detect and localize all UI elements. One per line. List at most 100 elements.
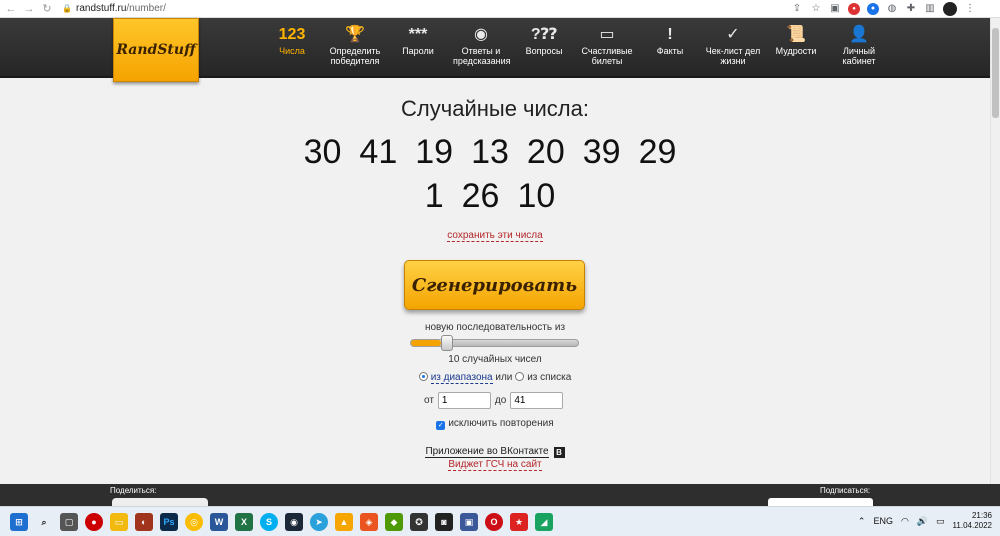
range-inputs: от до: [424, 392, 567, 409]
search-icon[interactable]: ⌕: [35, 513, 53, 531]
source-options: из диапазона или из списка: [0, 372, 990, 384]
magic-ball-icon: ◉: [474, 26, 488, 43]
profile-avatar[interactable]: [943, 2, 957, 16]
lock-icon[interactable]: 🔒: [62, 4, 72, 14]
clock[interactable]: 21:36 11.04.2022: [953, 511, 992, 531]
menu-item-label: Пароли: [402, 46, 434, 56]
skype-icon[interactable]: S: [260, 513, 278, 531]
taskbar: ⊞ ⌕ ▢ ● ▭ ◐ Ps ◎ W X S ◉ ➤ ▲ ◈ ◆ ✪ ◙ ▣ O…: [0, 506, 1000, 536]
chrome-icon[interactable]: ◎: [185, 513, 203, 531]
record-icon[interactable]: ●: [85, 513, 103, 531]
app-icon-3[interactable]: ◈: [360, 513, 378, 531]
menu-item-label: Вопросы: [525, 46, 563, 56]
subscribe-widget[interactable]: [768, 498, 873, 506]
to-input[interactable]: [510, 392, 564, 409]
reload-icon[interactable]: ↻: [40, 2, 54, 16]
steam-icon[interactable]: ◉: [285, 513, 303, 531]
forward-icon[interactable]: →: [22, 2, 36, 16]
app-icon-8[interactable]: ◢: [535, 513, 553, 531]
excel-icon[interactable]: X: [235, 513, 253, 531]
menu-item-label: Мудрости: [775, 46, 817, 56]
extension-abp-icon[interactable]: ●: [848, 3, 860, 15]
menu-item-facts[interactable]: ! Факты: [642, 24, 698, 66]
app-icon-5[interactable]: ✪: [410, 513, 428, 531]
share-icon[interactable]: ⇪: [791, 3, 803, 15]
page-title: Случайные числа:: [401, 96, 589, 121]
menu-item-password[interactable]: *** Пароли: [390, 24, 446, 66]
volume-icon[interactable]: 🔊: [917, 516, 928, 527]
word-icon[interactable]: W: [210, 513, 228, 531]
widget-link[interactable]: Виджет ГСЧ на сайт: [448, 459, 542, 471]
vk-app-link[interactable]: Приложение во ВКонтакте: [425, 446, 549, 458]
photoshop-icon[interactable]: Ps: [160, 513, 178, 531]
logo-text: RandStuff: [116, 42, 196, 58]
menu-item-numbers[interactable]: 123 Числа: [264, 24, 320, 66]
list-option-label[interactable]: из списка: [527, 372, 571, 383]
generate-button[interactable]: Сгенерировать: [404, 260, 585, 310]
questions-icon: ?⁇: [530, 26, 558, 43]
scrollbar-thumb[interactable]: [992, 28, 999, 118]
save-app-icon[interactable]: ▣: [460, 513, 478, 531]
share-buttons[interactable]: [112, 498, 208, 506]
menu-item-label: Определить победителя: [329, 46, 381, 66]
side-panel-icon[interactable]: ▥: [924, 3, 936, 15]
app-icon-7[interactable]: ★: [510, 513, 528, 531]
slider-handle[interactable]: [441, 335, 453, 351]
random-number: 10: [517, 177, 556, 215]
menu-item-checklist[interactable]: ✓ Чек-лист дел жизни: [705, 24, 761, 66]
facts-icon: !: [667, 26, 673, 43]
language-indicator[interactable]: ENG: [873, 516, 893, 526]
telegram-icon[interactable]: ➤: [310, 513, 328, 531]
battery-icon[interactable]: ▭: [936, 516, 945, 527]
list-radio[interactable]: [515, 372, 525, 381]
range-radio[interactable]: [418, 372, 428, 381]
random-number: 1: [424, 177, 444, 215]
menu-item-label: Числа: [279, 46, 305, 56]
clock-time: 21:36: [971, 511, 992, 520]
menu-item-user[interactable]: 👤 Личный кабинет: [831, 24, 887, 66]
url-domain: randstuff.ru: [76, 3, 127, 14]
menu-item-label: Личный кабинет: [842, 46, 876, 66]
exclude-repeats-checkbox[interactable]: ✓: [436, 421, 446, 430]
start-icon[interactable]: ⊞: [10, 513, 28, 531]
globe-icon[interactable]: ◍: [886, 3, 898, 15]
wifi-icon[interactable]: ◠: [901, 516, 909, 527]
menu-item-label: Счастливые билеты: [581, 46, 633, 66]
menu-item-ticket[interactable]: ▭ Счастливые билеты: [579, 24, 635, 66]
chevron-up-icon[interactable]: ⌃: [858, 516, 866, 527]
app-icon-6[interactable]: ◙: [435, 513, 453, 531]
address-bar[interactable]: randstuff.ru/number/: [76, 3, 166, 14]
app-icon-4[interactable]: ◆: [385, 513, 403, 531]
exclude-repeats-label[interactable]: исключить повторения: [448, 418, 553, 429]
vk-badge: B: [553, 447, 565, 458]
app-icon-2[interactable]: ▲: [335, 513, 353, 531]
random-number: 41: [359, 133, 398, 171]
puzzle-icon[interactable]: ✚: [905, 3, 917, 15]
save-numbers-link[interactable]: сохранить эти числа: [447, 230, 543, 242]
opera-icon[interactable]: O: [485, 513, 503, 531]
random-number: 30: [303, 133, 342, 171]
star-icon[interactable]: ☆: [810, 3, 822, 15]
or-text: или: [495, 372, 513, 383]
random-number: 20: [526, 133, 565, 171]
browser-toolbar: ← → ↻ 🔒 randstuff.ru/number/ ⇪ ☆ ▣ ● ● ◍…: [0, 0, 1000, 18]
menu-item-trophy[interactable]: 🏆 Определить победителя: [327, 24, 383, 66]
clock-date: 11.04.2022: [952, 521, 992, 530]
extension-icon[interactable]: ▣: [829, 3, 841, 15]
menu-item-label: Чек-лист дел жизни: [705, 46, 761, 66]
menu-icon[interactable]: ⋮: [964, 3, 976, 15]
app-icon[interactable]: ◐: [135, 513, 153, 531]
url-path: /number/: [126, 3, 166, 14]
menu-item-questions[interactable]: ?⁇ Вопросы: [516, 24, 572, 66]
menu-item-scroll[interactable]: 📜 Мудрости: [768, 24, 824, 66]
site-logo[interactable]: RandStuff: [113, 18, 199, 82]
back-icon[interactable]: ←: [4, 2, 18, 16]
range-option-label[interactable]: из диапазона: [430, 372, 493, 384]
from-input[interactable]: [437, 392, 491, 409]
count-slider[interactable]: [410, 335, 579, 351]
folder-icon[interactable]: ▭: [110, 513, 128, 531]
page-scrollbar[interactable]: [990, 18, 1000, 484]
extension-translate-icon[interactable]: ●: [867, 3, 879, 15]
menu-item-magic-ball[interactable]: ◉ Ответы и предсказания: [453, 24, 510, 66]
task-view-icon[interactable]: ▢: [60, 513, 78, 531]
